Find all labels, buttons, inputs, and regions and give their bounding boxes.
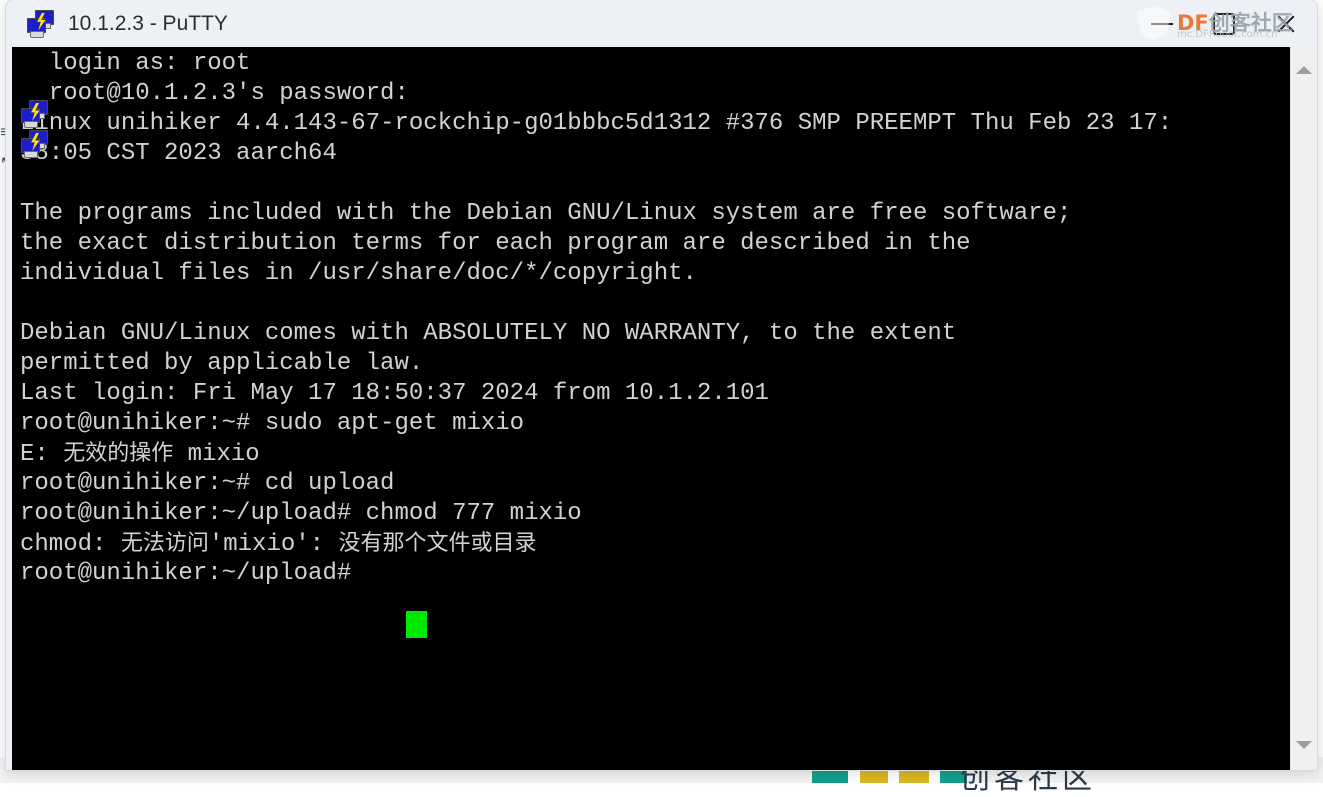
window-controls bbox=[1131, 0, 1317, 47]
putty-icon-artifact-row1 bbox=[20, 99, 54, 129]
close-icon bbox=[1275, 13, 1297, 35]
terminal-line: E: 无效的操作 mixio bbox=[20, 441, 260, 468]
terminal-line: permitted by applicable law. bbox=[20, 350, 424, 377]
terminal-area: login as: root root@10.1.2.3's password:… bbox=[6, 47, 1317, 770]
minimize-button[interactable] bbox=[1131, 0, 1193, 47]
terminal-output: login as: root root@10.1.2.3's password:… bbox=[20, 49, 1291, 589]
terminal-line: Linux unihiker 4.4.143-67-rockchip-g01bb… bbox=[20, 110, 1173, 137]
terminal-screen[interactable]: login as: root root@10.1.2.3's password:… bbox=[12, 47, 1291, 770]
putty-window: 10.1.2.3 - PuTTY DF创客社区 mc.DFRobot.com.c… bbox=[6, 0, 1317, 770]
close-button[interactable] bbox=[1255, 0, 1317, 47]
terminal-line: root@unihiker:~# sudo apt-get mixio bbox=[20, 410, 525, 437]
maximize-button[interactable] bbox=[1193, 0, 1255, 47]
minimize-icon bbox=[1151, 22, 1173, 25]
maximize-icon bbox=[1213, 12, 1235, 35]
terminal-cursor bbox=[406, 611, 427, 638]
scroll-down-arrow-icon[interactable] bbox=[1291, 732, 1317, 758]
scroll-up-arrow-icon[interactable] bbox=[1291, 57, 1317, 83]
terminal-scrollbar[interactable] bbox=[1290, 47, 1317, 770]
window-title: 10.1.2.3 - PuTTY bbox=[68, 11, 228, 35]
terminal-line: root@unihiker:~# cd upload bbox=[20, 470, 395, 497]
terminal-line: login as: root bbox=[20, 50, 251, 77]
terminal-line: the exact distribution terms for each pr… bbox=[20, 230, 971, 257]
title-bar[interactable]: 10.1.2.3 - PuTTY DF创客社区 mc.DFRobot.com.c… bbox=[6, 0, 1317, 47]
terminal-line: chmod: 无法访问'mixio': 没有那个文件或目录 bbox=[20, 531, 537, 558]
terminal-line: Debian GNU/Linux comes with ABSOLUTELY N… bbox=[20, 320, 957, 347]
terminal-line: root@unihiker:~/upload# chmod 777 mixio bbox=[20, 500, 582, 527]
terminal-line: root@10.1.2.3's password: bbox=[20, 80, 409, 107]
putty-icon-artifact-row2 bbox=[20, 129, 54, 159]
terminal-line: 38:05 CST 2023 aarch64 bbox=[20, 140, 337, 167]
putty-icon bbox=[26, 9, 56, 39]
terminal-line: The programs included with the Debian GN… bbox=[20, 200, 1072, 227]
terminal-line: Last login: Fri May 17 18:50:37 2024 fro… bbox=[20, 380, 769, 407]
terminal-line: individual files in /usr/share/doc/*/cop… bbox=[20, 260, 697, 287]
background-color-swatches bbox=[812, 768, 967, 783]
terminal-line: root@unihiker:~/upload# bbox=[20, 560, 366, 587]
